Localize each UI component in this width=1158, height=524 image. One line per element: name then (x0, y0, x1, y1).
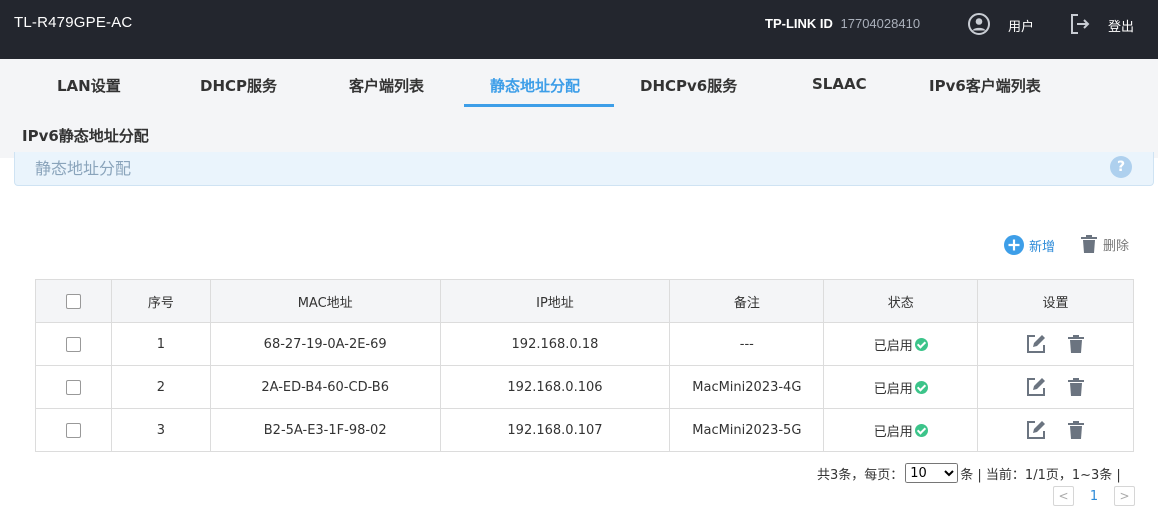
trash-icon[interactable] (1066, 420, 1086, 440)
logout-icon[interactable] (1068, 12, 1092, 36)
row-ip: 192.168.0.18 (439, 322, 671, 366)
row-note: --- (669, 322, 825, 366)
device-name: TL-R479GPE-AC (14, 14, 133, 31)
row-settings (977, 322, 1134, 366)
user-link[interactable]: 用户 (1008, 16, 1034, 35)
tab-client-list[interactable]: 客户端列表 (349, 75, 424, 96)
plus-circle-icon (1004, 235, 1024, 255)
pagination-info: 共3条，每页： 10 条 | 当前：1/1页，1~3条 | (817, 463, 1121, 483)
row-ip: 192.168.0.107 (439, 408, 671, 452)
logout-link[interactable]: 登出 (1108, 16, 1134, 35)
row-checkbox[interactable] (65, 379, 81, 395)
tab-dhcp-service[interactable]: DHCP服务 (200, 75, 277, 96)
next-page-button[interactable]: > (1114, 486, 1135, 506)
top-bar: TL-R479GPE-AC TP-LINK ID 17704028410 用户 … (0, 0, 1158, 59)
tab-ipv6-static-address[interactable]: IPv6静态地址分配 (22, 125, 149, 146)
status-text: 已启用 (873, 381, 913, 397)
status-text: 已启用 (873, 338, 913, 354)
tab-ipv6-client-list[interactable]: IPv6客户端列表 (929, 75, 1041, 96)
header-note: 备注 (669, 279, 825, 323)
row-mac: 2A-ED-B4-60-CD-B6 (209, 365, 441, 409)
row-note: MacMini2023-4G (669, 365, 825, 409)
row-status: 已启用 (823, 365, 979, 409)
header-mac: MAC地址 (209, 279, 441, 323)
status-text: 已启用 (873, 424, 913, 440)
table-row: 2 2A-ED-B4-60-CD-B6 192.168.0.106 MacMin… (35, 365, 1134, 409)
tab-lan-settings[interactable]: LAN设置 (57, 75, 121, 96)
header-settings: 设置 (977, 279, 1134, 323)
current-page[interactable]: 1 (1074, 489, 1114, 504)
edit-icon[interactable] (1025, 376, 1047, 398)
row-index: 1 (110, 322, 211, 366)
active-tab-indicator (464, 104, 614, 107)
section-title: 静态地址分配 (35, 159, 132, 178)
page-nav: < 1 > (1053, 486, 1135, 506)
add-button[interactable]: 新增 (1003, 234, 1055, 256)
row-settings (977, 365, 1134, 409)
row-checkbox[interactable] (65, 422, 81, 438)
table-header-row: 序号 MAC地址 IP地址 备注 状态 设置 (35, 279, 1134, 323)
check-circle-icon (914, 380, 928, 394)
header-ip: IP地址 (439, 279, 671, 323)
trash-icon (1081, 235, 1097, 253)
user-icon[interactable] (967, 12, 991, 36)
per-page-select[interactable]: 10 (905, 463, 959, 483)
trash-icon[interactable] (1066, 377, 1086, 397)
row-mac: B2-5A-E3-1F-98-02 (209, 408, 441, 452)
pagination-summary: 条 | 当前：1/1页，1~3条 | (960, 467, 1121, 483)
tplink-id-label: TP-LINK ID (765, 16, 833, 31)
static-address-table: 序号 MAC地址 IP地址 备注 状态 设置 1 68-27-19-0A-2E-… (35, 279, 1134, 452)
check-circle-icon (914, 337, 928, 351)
add-label: 新增 (1029, 239, 1056, 255)
row-ip: 192.168.0.106 (439, 365, 671, 409)
prev-page-button[interactable]: < (1053, 486, 1074, 506)
header-status: 状态 (823, 279, 979, 323)
tab-static-address[interactable]: 静态地址分配 (490, 75, 580, 96)
tplink-id-value: 17704028410 (840, 16, 921, 31)
delete-label: 删除 (1103, 238, 1130, 254)
row-settings (977, 408, 1134, 452)
check-circle-icon (914, 423, 928, 437)
table-row: 1 68-27-19-0A-2E-69 192.168.0.18 --- 已启用 (35, 322, 1134, 366)
tplink-id: TP-LINK ID 17704028410 (765, 16, 920, 31)
tab-slaac[interactable]: SLAAC (812, 75, 867, 93)
tab-bar: LAN设置 DHCP服务 客户端列表 静态地址分配 DHCPv6服务 SLAAC… (0, 59, 1158, 158)
delete-button[interactable]: 删除 (1079, 234, 1129, 254)
help-icon[interactable]: ? (1110, 156, 1132, 178)
edit-icon[interactable] (1025, 419, 1047, 441)
tab-dhcpv6-service[interactable]: DHCPv6服务 (640, 75, 737, 96)
edit-icon[interactable] (1025, 333, 1047, 355)
section-header: 静态地址分配 ? (14, 152, 1154, 186)
select-all-checkbox[interactable] (65, 293, 81, 309)
row-checkbox[interactable] (65, 336, 81, 352)
trash-icon[interactable] (1066, 334, 1086, 354)
row-status: 已启用 (823, 322, 979, 366)
row-note: MacMini2023-5G (669, 408, 825, 452)
header-index: 序号 (110, 279, 211, 323)
row-status: 已启用 (823, 408, 979, 452)
pagination-total: 共3条，每页： (817, 467, 904, 483)
row-mac: 68-27-19-0A-2E-69 (209, 322, 441, 366)
select-all-cell (35, 279, 112, 323)
table-row: 3 B2-5A-E3-1F-98-02 192.168.0.107 MacMin… (35, 408, 1134, 452)
row-index: 3 (110, 408, 211, 452)
row-index: 2 (110, 365, 211, 409)
